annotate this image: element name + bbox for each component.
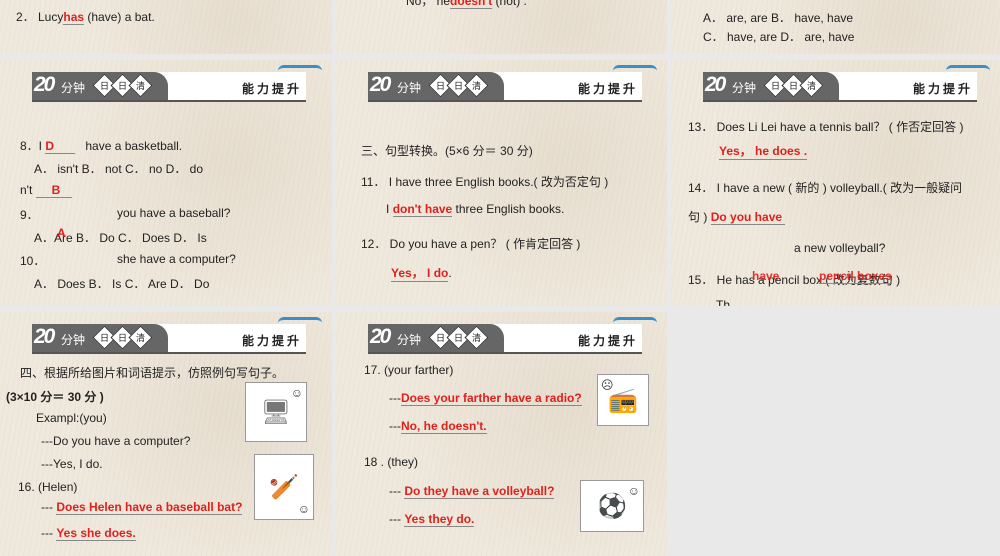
smile-icon: ☺ xyxy=(297,502,310,516)
baseball-bat-image: 🏏 ☺ xyxy=(254,454,314,520)
slide-top-3[interactable]: A． are, are B． have, have C． have, are D… xyxy=(671,0,1000,54)
slide-mid-1[interactable]: 20 分钟日日清能力提升 8．I D have a basketball. A． … xyxy=(0,60,332,306)
logo-icon xyxy=(946,65,990,71)
logo-icon xyxy=(278,317,322,323)
section-title: 四、根据所给图片和词语提示，仿照例句写句子。 xyxy=(20,366,285,380)
q9-answer: n't B xyxy=(20,183,72,198)
question-12: 12． Do you have a pen？ ( 作肯定回答 ) xyxy=(361,237,581,251)
smile-icon: ☺ xyxy=(627,484,640,498)
q10-text: she have a computer? xyxy=(117,252,236,266)
question-14: 14． I have a new ( 新的 ) volleyball.( 改为一… xyxy=(688,181,963,195)
question-2: 2． Lucyhas (have) a bat. xyxy=(16,10,155,25)
slide-header: 20 分钟日日清能力提升 xyxy=(32,324,306,354)
answer-line: No， hedoesn't (not) . xyxy=(406,0,527,9)
q10-answer: A xyxy=(57,226,66,240)
computer-image: 🖥 ☺ xyxy=(245,382,307,442)
q9-number: 9． xyxy=(20,208,39,222)
example-answer: ---Yes, I do. xyxy=(41,457,103,471)
slide-mid-3[interactable]: 20 分钟日日清能力提升 13． Does Li Lei have a tenni… xyxy=(671,60,1000,306)
question-13: 13． Does Li Lei have a tennis ball？ ( 作否… xyxy=(688,120,964,134)
q10-number: 10． xyxy=(20,254,46,268)
logo-icon xyxy=(278,65,322,71)
q9-text: you have a baseball? xyxy=(117,206,231,220)
q18-question-answer: --- Do they have a volleyball? xyxy=(389,484,555,499)
slide-bot-2[interactable]: 20 分钟日日清能力提升 17. (your farther) ---Does y… xyxy=(336,312,667,556)
q18-answer: --- Yes they do. xyxy=(389,512,475,527)
q16-answer: --- Yes she does. xyxy=(41,526,136,541)
q10-options: A． Does B． Is C． Are D． Do xyxy=(34,277,210,291)
options-2: C． have, are D． are, have xyxy=(703,30,855,44)
section-title: 三、句型转换。(5×6 分＝ 30 分) xyxy=(361,144,533,158)
example-question: ---Do you have a computer? xyxy=(41,434,191,448)
radio-image: 📻 ☹ xyxy=(597,374,649,426)
logo-icon xyxy=(613,65,657,71)
q14-continuation: a new volleyball? xyxy=(794,241,886,255)
slide-header: 20 分钟日日清能力提升 xyxy=(368,72,642,102)
q12-answer: Yes， I do. xyxy=(391,266,452,282)
slide-header: 20 分钟日日清能力提升 xyxy=(368,324,642,354)
q16-question-answer: --- Does Helen have a baseball bat? xyxy=(41,500,243,515)
q15-answer-2: pencil boxes xyxy=(819,269,892,284)
question-16: 16. (Helen) xyxy=(18,480,78,494)
question-18: 18 . (they) xyxy=(364,455,419,469)
slide-top-1[interactable]: 2． Lucyhas (have) a bat. xyxy=(0,0,332,54)
q17-answer: ---No, he doesn't. xyxy=(389,419,487,434)
q14-answer: 句 ) Do you have xyxy=(688,208,785,225)
frown-icon: ☹ xyxy=(601,378,614,392)
logo-icon xyxy=(613,317,657,323)
example-label: Exampl:(you) xyxy=(36,411,107,425)
options-1: A． are, are B． have, have xyxy=(703,11,854,25)
q8-options: A． isn't B． not C． no D． do xyxy=(34,162,204,176)
q15-answer-1: have xyxy=(752,269,780,283)
score: (3×10 分＝ 30 分 ) xyxy=(6,390,104,404)
q15-next-line: Th xyxy=(716,298,731,306)
question-8: 8．I D have a basketball. xyxy=(20,139,183,154)
question-17: 17. (your farther) xyxy=(364,363,454,377)
slide-mid-2[interactable]: 20 分钟日日清能力提升 三、句型转换。(5×6 分＝ 30 分) 11． I h… xyxy=(336,60,667,306)
slide-top-2[interactable]: No， hedoesn't (not) . xyxy=(336,0,667,54)
slide-header: 20 分钟日日清能力提升 xyxy=(32,72,306,102)
q13-answer: Yes， he does . xyxy=(719,144,808,160)
volleyball-image: ⚽ ☺ xyxy=(580,480,644,532)
q11-answer: I don't have three English books. xyxy=(386,202,565,217)
smile-icon: ☺ xyxy=(290,386,303,400)
question-11: 11． I have three English books.( 改为否定句 ) xyxy=(361,175,609,189)
slide-header: 20 分钟日日清能力提升 xyxy=(703,72,977,102)
q17-question-answer: ---Does your farther have a radio? xyxy=(389,391,582,406)
slide-bot-1[interactable]: 20 分钟日日清能力提升 四、根据所给图片和词语提示，仿照例句写句子。 (3×10… xyxy=(0,312,332,556)
